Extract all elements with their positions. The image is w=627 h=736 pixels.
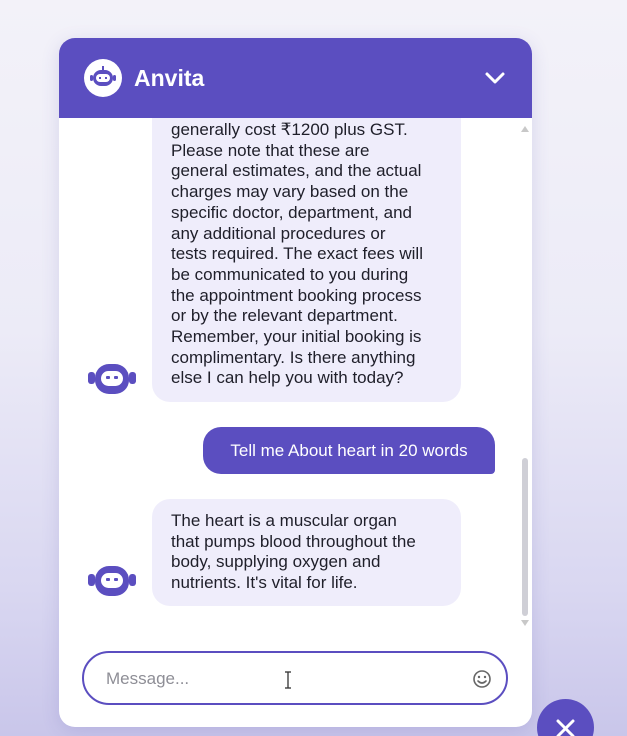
close-chat-button[interactable] xyxy=(537,699,594,736)
bot-message: The heart is a muscular organ that pumps… xyxy=(152,499,461,606)
bot-message: generally cost ₹1200 plus GST. Please no… xyxy=(152,118,461,402)
text-cursor-icon xyxy=(285,671,291,689)
robot-icon xyxy=(84,59,122,97)
chat-widget: Anvita generally cost ₹1200 plus GST. Pl… xyxy=(59,38,532,727)
collapse-button[interactable] xyxy=(482,67,508,89)
message-composer xyxy=(82,651,508,705)
bot-avatar-icon xyxy=(88,364,136,394)
emoji-button[interactable] xyxy=(472,669,492,689)
chat-title: Anvita xyxy=(134,65,205,91)
chat-header: Anvita xyxy=(59,38,532,118)
bot-avatar-icon xyxy=(88,566,136,596)
user-message: Tell me About heart in 20 words xyxy=(203,427,495,474)
scroll-up-arrow-icon[interactable] xyxy=(521,126,529,132)
scrollbar-thumb[interactable] xyxy=(522,458,528,616)
smiley-icon xyxy=(473,670,491,688)
chevron-down-icon xyxy=(485,72,505,84)
message-scrollbar[interactable] xyxy=(520,126,530,626)
close-icon xyxy=(556,719,575,736)
scroll-down-arrow-icon[interactable] xyxy=(521,620,529,626)
message-list[interactable]: generally cost ₹1200 plus GST. Please no… xyxy=(59,118,532,632)
